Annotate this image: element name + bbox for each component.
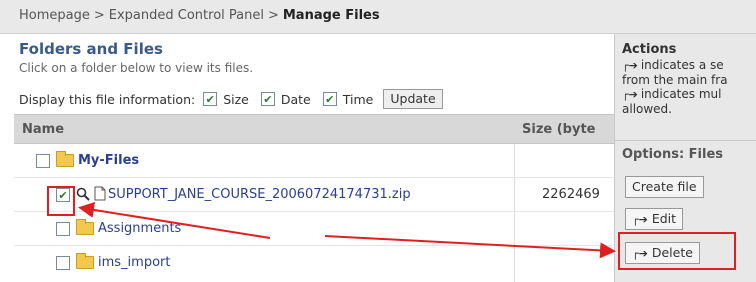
date-checkbox[interactable]: ✔ (260, 92, 275, 106)
folder-link[interactable]: ims_import (98, 255, 170, 270)
size-option-label: Size (223, 91, 249, 107)
display-options: Display this file information: ✔ Size ✔ … (19, 89, 443, 109)
row-checkbox[interactable] (56, 222, 70, 236)
actions-help-line: indicates mul (640, 87, 722, 101)
breadcrumb-current: Manage Files (282, 8, 380, 23)
delete-highlight (618, 232, 736, 270)
update-button[interactable]: Update (383, 89, 443, 109)
edit-button[interactable]: ┌➔ Edit (625, 208, 684, 230)
time-option-label: Time (342, 91, 374, 107)
breadcrumb-homepage[interactable]: Homepage (19, 8, 90, 23)
page-subtitle: Click on a folder below to view its file… (19, 61, 254, 75)
folder-link[interactable]: Assignments (98, 221, 181, 236)
actions-help-line: from the main fra (622, 73, 728, 87)
page-title: Folders and Files (19, 40, 163, 58)
action-arrow-icon: ┌➔ (632, 213, 648, 226)
table-row: My-Files (14, 144, 614, 178)
column-header-name[interactable]: Name (22, 122, 64, 137)
breadcrumb: Homepage > Expanded Control Panel > Manage F… (0, 0, 756, 34)
table-row: Assignments (14, 212, 614, 246)
table-row: ✔ SUPPORT_JANE_COURSE_20060724174731.zip… (14, 178, 614, 212)
edit-label: Edit (651, 211, 677, 226)
actions-help-line: allowed. (622, 102, 672, 116)
row-checkbox[interactable] (36, 154, 50, 168)
create-file-button[interactable]: Create file (625, 176, 704, 198)
single-action-icon: ┌➔ (622, 59, 638, 72)
folder-icon (76, 219, 94, 235)
folders-files-panel: Folders and Files Click on a folder belo… (14, 36, 614, 282)
actions-title: Actions (622, 42, 677, 57)
document-icon (94, 186, 106, 201)
folder-icon (56, 151, 74, 167)
actions-help-line: indicates a se (640, 58, 724, 72)
date-option-label: Date (280, 91, 311, 107)
column-header-size[interactable]: Size (byte (522, 122, 595, 137)
table-header: Name Size (byte (14, 114, 614, 144)
file-link[interactable]: SUPPORT_JANE_COURSE_20060724174731.zip (108, 187, 411, 202)
multi-action-icon: ┌➔ (622, 88, 638, 101)
options-title: Options: Files (622, 147, 724, 162)
size-checkbox[interactable]: ✔ (203, 92, 218, 106)
table-row: ims_import (14, 246, 614, 280)
checkbox-highlight (47, 186, 75, 216)
file-size: 2262469 (542, 187, 600, 202)
breadcrumb-separator: > (267, 8, 279, 23)
time-checkbox[interactable]: ✔ (322, 92, 337, 106)
actions-help-text: ┌➔ indicates a se from the main fra ┌➔ ind… (622, 58, 756, 116)
divider (615, 140, 756, 141)
magnifier-icon[interactable] (76, 187, 90, 201)
root-folder-link[interactable]: My-Files (78, 153, 139, 168)
folder-icon (76, 253, 94, 269)
breadcrumb-control-panel[interactable]: Expanded Control Panel (109, 8, 264, 23)
breadcrumb-separator: > (93, 8, 105, 23)
display-label: Display this file information: (19, 91, 196, 107)
row-checkbox[interactable] (56, 256, 70, 270)
